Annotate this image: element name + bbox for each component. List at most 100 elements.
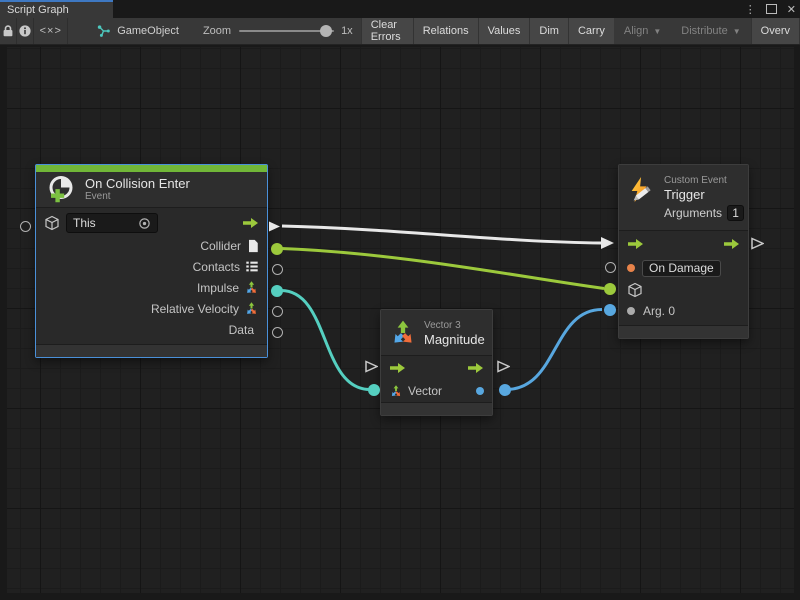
tab-title: Script Graph <box>7 4 69 16</box>
port-row-impulse: Impulse <box>36 277 267 298</box>
carry-button[interactable]: Carry <box>568 18 614 45</box>
node-header: Custom Event Trigger Arguments 1 <box>619 165 748 231</box>
event-name-field[interactable]: On Damage <box>642 260 721 277</box>
vector3-icon <box>244 280 259 295</box>
gameobject-cube-icon <box>627 282 643 298</box>
arguments-count-field[interactable]: 1 <box>727 205 744 221</box>
tab-script-graph[interactable]: Script Graph <box>0 0 113 18</box>
window-menu-icon[interactable]: ⋮ <box>745 3 756 16</box>
port-magnitude-output[interactable] <box>499 384 511 396</box>
port-row-target <box>619 279 748 300</box>
port-row-arg0: Arg. 0 <box>619 300 748 321</box>
node-footer <box>36 344 267 357</box>
node-custom-event-trigger[interactable]: Custom Event Trigger Arguments 1 <box>618 164 749 339</box>
node-header: Vector 3 Magnitude <box>381 310 492 356</box>
port-relative-velocity-output[interactable] <box>272 306 283 317</box>
lock-icon <box>1 24 15 38</box>
connection-flow-white[interactable] <box>282 226 602 243</box>
port-impulse-output[interactable] <box>271 285 283 297</box>
code-icon: <×> <box>40 25 62 37</box>
graph-toolbar: <×> GameObject Zoom 1x Clear Errors Rela… <box>0 18 800 45</box>
vector3-icon <box>244 301 259 316</box>
self-target-row: This <box>36 208 267 235</box>
port-row-contacts: Contacts <box>36 256 267 277</box>
canvas-frame <box>0 45 7 600</box>
collider-icon <box>246 239 259 253</box>
node-footer <box>381 402 492 415</box>
node-header: On Collision Enter Event <box>36 172 267 208</box>
maximize-icon[interactable] <box>766 4 777 14</box>
collision-event-icon <box>44 174 76 206</box>
canvas-frame <box>0 593 800 600</box>
values-button[interactable]: Values <box>478 18 530 45</box>
port-collider-output[interactable] <box>271 243 283 255</box>
dim-button[interactable]: Dim <box>529 18 568 45</box>
connection-impulse-teal[interactable] <box>281 291 370 390</box>
flow-output-arrow-icon <box>467 361 484 375</box>
zoom-slider[interactable] <box>239 30 334 32</box>
chevron-down-icon: ▼ <box>653 27 661 36</box>
node-vector3-magnitude[interactable]: Vector 3 Magnitude Vector <box>380 309 493 416</box>
node-footer <box>619 325 748 338</box>
unity-visual-scripting-window: Script Graph ⋮ ✕ <×> <box>0 0 800 600</box>
value-output-dot <box>476 387 484 395</box>
graph-nodes-icon <box>96 24 111 38</box>
code-view-button[interactable]: <×> <box>34 18 68 45</box>
connection-collider-green[interactable] <box>281 249 604 289</box>
flow-output-arrow-icon <box>723 237 740 251</box>
object-picker-icon[interactable] <box>138 217 151 230</box>
port-row-vector: Vector <box>381 379 492 402</box>
port-flow-output-unconnected[interactable] <box>497 360 510 373</box>
overview-button[interactable]: Overv <box>751 18 800 45</box>
string-port-dot <box>627 264 635 272</box>
zoom-slider-handle[interactable] <box>320 25 332 37</box>
node-title: On Collision Enter <box>85 176 190 191</box>
port-arg0-input[interactable] <box>604 304 616 316</box>
info-button[interactable] <box>17 18 34 45</box>
port-flow-input-unconnected[interactable] <box>365 360 378 373</box>
clear-errors-button[interactable]: Clear Errors <box>361 18 413 45</box>
list-icon <box>245 260 259 273</box>
relations-button[interactable]: Relations <box>413 18 478 45</box>
port-data-output[interactable] <box>272 327 283 338</box>
info-icon <box>18 24 32 38</box>
distribute-dropdown[interactable]: Distribute ▼ <box>671 18 750 45</box>
port-flow-output-unconnected[interactable] <box>751 237 764 250</box>
vector3-icon <box>389 384 403 398</box>
value-port-dot <box>627 307 635 315</box>
port-row-relative-velocity: Relative Velocity <box>36 298 267 319</box>
port-event-name-input[interactable] <box>605 262 616 273</box>
canvas-frame <box>794 45 800 600</box>
custom-event-icon <box>627 176 657 206</box>
node-title: Trigger <box>664 187 744 202</box>
align-dropdown[interactable]: Align ▼ <box>614 18 671 45</box>
flow-input-arrow-icon <box>627 237 644 251</box>
port-flow-output-connected[interactable] <box>268 220 281 233</box>
flow-row <box>619 231 748 257</box>
node-subtitle: Event <box>85 191 190 203</box>
zoom-value: 1x <box>341 25 353 37</box>
flow-input-arrow-icon <box>389 361 406 375</box>
graph-canvas[interactable]: On Collision Enter Event This <box>0 45 800 600</box>
port-row-data: Data <box>36 319 267 340</box>
window-controls: ⋮ ✕ <box>745 0 796 18</box>
zoom-label: Zoom <box>203 25 231 37</box>
gameobject-button[interactable]: GameObject <box>86 18 189 45</box>
close-icon[interactable]: ✕ <box>787 3 796 16</box>
flow-row <box>381 356 492 379</box>
port-event-target-input[interactable] <box>20 221 31 232</box>
node-on-collision-enter[interactable]: On Collision Enter Event This <box>35 164 268 358</box>
port-target-input[interactable] <box>604 283 616 295</box>
node-title: Magnitude <box>424 332 485 347</box>
port-row-collider: Collider <box>36 235 267 256</box>
self-target-field[interactable]: This <box>66 213 158 233</box>
tab-bar: Script Graph ⋮ ✕ <box>0 0 800 18</box>
connection-magnitude-blue[interactable] <box>506 310 602 390</box>
zoom-control: Zoom 1x <box>203 25 361 37</box>
gameobject-cube-icon <box>44 215 60 231</box>
lock-button[interactable] <box>0 18 17 45</box>
connection-arrowhead <box>601 237 614 249</box>
port-contacts-output[interactable] <box>272 264 283 275</box>
port-vector-input[interactable] <box>368 384 380 396</box>
arguments-label: Arguments <box>664 206 722 220</box>
